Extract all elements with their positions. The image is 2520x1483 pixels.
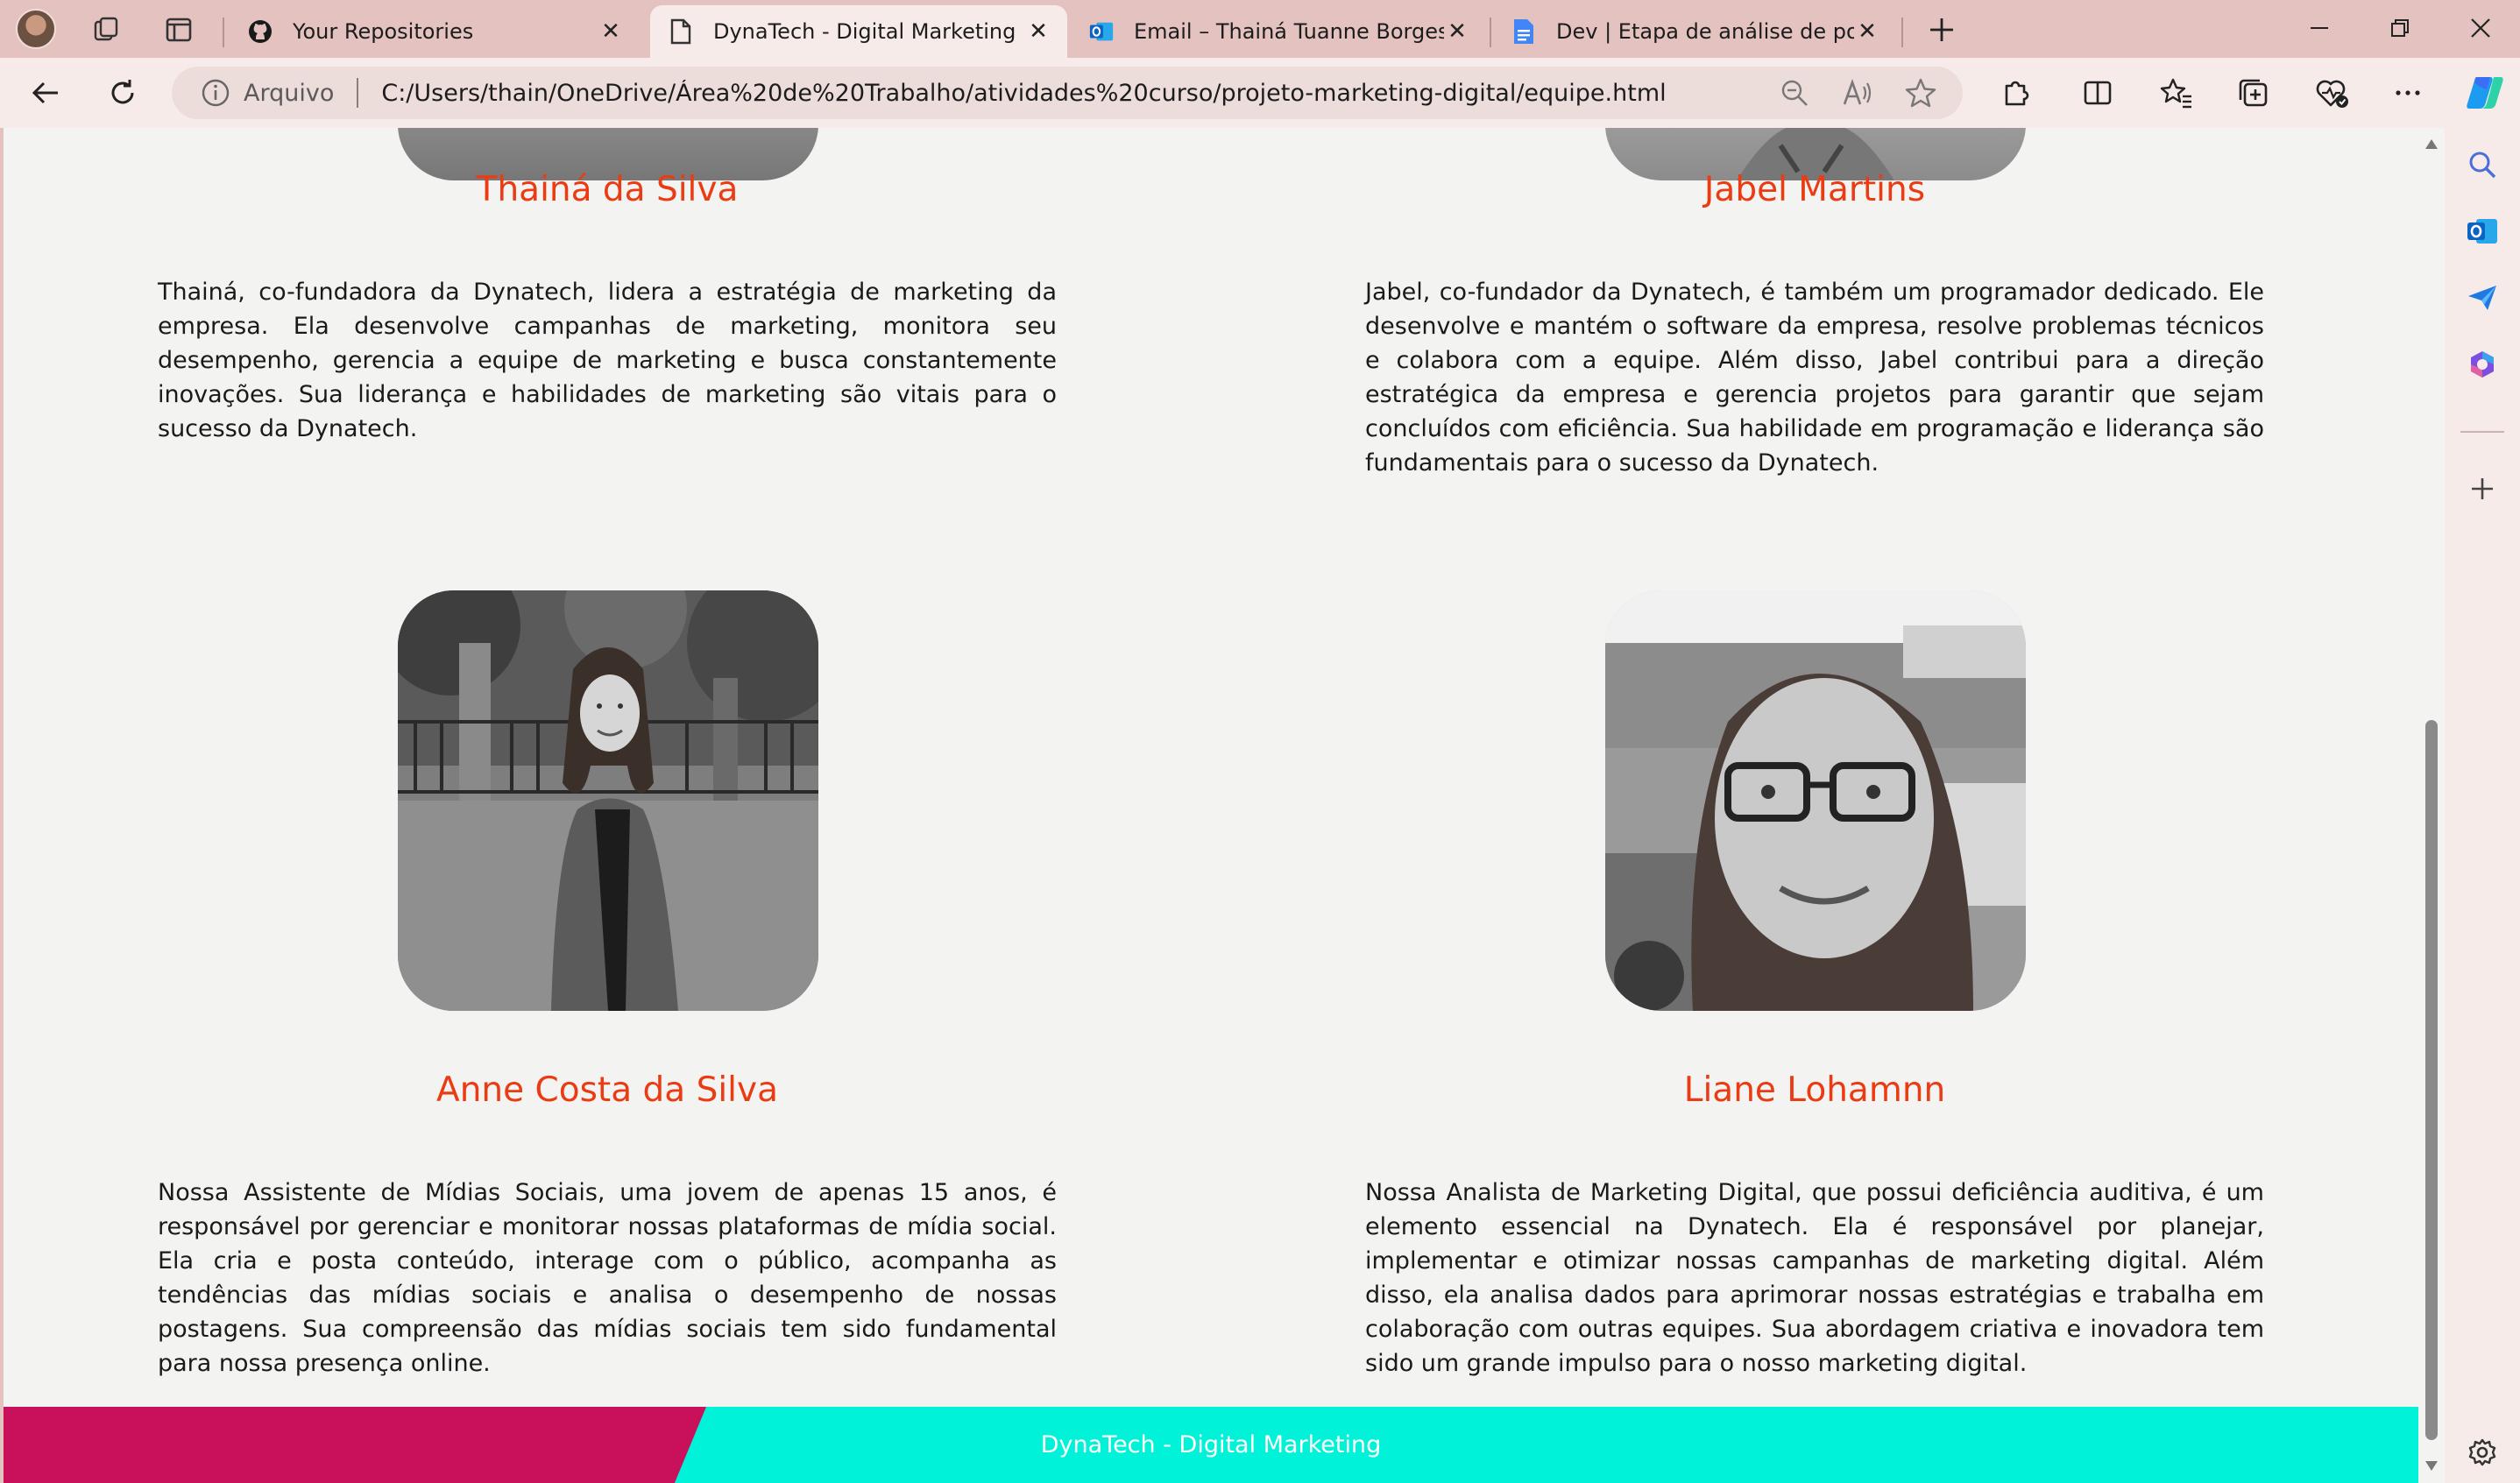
- scroll-thumb[interactable]: [2425, 720, 2438, 1440]
- page-icon: [668, 18, 694, 45]
- split-screen-icon[interactable]: [2077, 72, 2119, 114]
- tab-title: DynaTech - Digital Marketing: [713, 19, 1016, 44]
- copilot-icon[interactable]: [2460, 72, 2509, 114]
- outlook-icon: [1088, 18, 1115, 45]
- favorites-icon[interactable]: [2155, 72, 2198, 114]
- close-tab-icon[interactable]: ✕: [598, 18, 624, 45]
- more-menu-icon[interactable]: [2387, 72, 2429, 114]
- read-aloud-icon[interactable]: [1840, 75, 1875, 110]
- add-plus-icon[interactable]: [2463, 470, 2502, 508]
- browser-essentials-icon[interactable]: [2311, 72, 2354, 114]
- member-name: Jabel Martins: [1703, 170, 1926, 209]
- drop-send-icon[interactable]: [2463, 279, 2502, 317]
- member-bio: Jabel, co-fundador da Dynatech, é também…: [1365, 279, 2264, 477]
- tab-strip: Your Repositories ✕ DynaTech - Digital M…: [0, 0, 2520, 58]
- workspaces-icon[interactable]: [89, 12, 124, 47]
- member-bio: Nossa Assistente de Mídias Sociais, uma …: [158, 1179, 1057, 1377]
- close-window-icon[interactable]: [2459, 9, 2502, 47]
- edge-sidebar: [2445, 128, 2520, 1483]
- member-photo: [1605, 590, 2026, 1011]
- google-docs-icon: [1511, 18, 1537, 45]
- info-icon[interactable]: [198, 75, 233, 110]
- outlook-icon[interactable]: [2463, 212, 2502, 251]
- vertical-tabs-icon[interactable]: [161, 12, 196, 47]
- favorite-star-icon[interactable]: [1903, 75, 1938, 110]
- browser-toolbar: Arquivo C:/Users/thain/OneDrive/Área%20d…: [0, 58, 2520, 128]
- github-icon: [247, 18, 273, 45]
- tab-title: Email – Thainá Tuanne Borges Da: [1134, 19, 1444, 44]
- footer-text: DynaTech - Digital Marketing: [1040, 1431, 1382, 1458]
- page-viewport: Thainá da Silva Thainá, co-fundadora da …: [4, 128, 2418, 1483]
- member-name: Liane Lohamnn: [1683, 1070, 1946, 1110]
- tab-dynatech[interactable]: DynaTech - Digital Marketing ✕: [650, 5, 1067, 58]
- minimize-icon[interactable]: [2297, 9, 2341, 47]
- scroll-up-arrow-icon[interactable]: [2424, 137, 2439, 152]
- member-name: Thainá da Silva: [476, 170, 739, 209]
- collections-icon[interactable]: [2233, 72, 2275, 114]
- refresh-icon[interactable]: [102, 72, 144, 114]
- page-footer: DynaTech - Digital Marketing: [4, 1407, 2418, 1483]
- profile-avatar[interactable]: [16, 9, 56, 49]
- member-bio: Thainá, co-fundadora da Dynatech, lidera…: [158, 279, 1057, 442]
- address-bar[interactable]: Arquivo C:/Users/thain/OneDrive/Área%20d…: [172, 67, 1963, 119]
- tab-dev-etapa[interactable]: Dev | Etapa de análise de portfóli ✕: [1493, 5, 1896, 58]
- browser-window: Your Repositories ✕ DynaTech - Digital M…: [0, 0, 2520, 1483]
- new-tab-plus-icon[interactable]: [1924, 12, 1959, 47]
- settings-gear-icon[interactable]: [2463, 1433, 2502, 1472]
- search-icon[interactable]: [2463, 145, 2502, 184]
- close-tab-icon[interactable]: ✕: [1854, 18, 1880, 45]
- tab-title: Your Repositories: [293, 19, 474, 44]
- close-tab-icon[interactable]: ✕: [1444, 18, 1470, 45]
- back-arrow-icon[interactable]: [25, 72, 67, 114]
- microsoft-365-icon[interactable]: [2463, 345, 2502, 384]
- member-name: Anne Costa da Silva: [436, 1070, 778, 1110]
- member-bio: Nossa Analista de Marketing Digital, que…: [1365, 1179, 2264, 1377]
- close-tab-icon[interactable]: ✕: [1025, 18, 1051, 45]
- restore-icon[interactable]: [2378, 9, 2422, 47]
- vertical-scrollbar[interactable]: [2418, 128, 2445, 1483]
- url-text[interactable]: C:/Users/thain/OneDrive/Área%20de%20Trab…: [381, 80, 1777, 107]
- zoom-out-icon[interactable]: [1777, 75, 1812, 110]
- scroll-down-arrow-icon[interactable]: [2424, 1458, 2439, 1473]
- tab-your-repositories[interactable]: Your Repositories ✕: [230, 5, 640, 58]
- scheme-label: Arquivo: [244, 79, 335, 107]
- tab-title: Dev | Etapa de análise de portfóli: [1556, 19, 1854, 44]
- extensions-icon[interactable]: [1994, 72, 2036, 114]
- member-photo: [398, 590, 818, 1011]
- tab-email[interactable]: Email – Thainá Tuanne Borges Da ✕: [1071, 5, 1486, 58]
